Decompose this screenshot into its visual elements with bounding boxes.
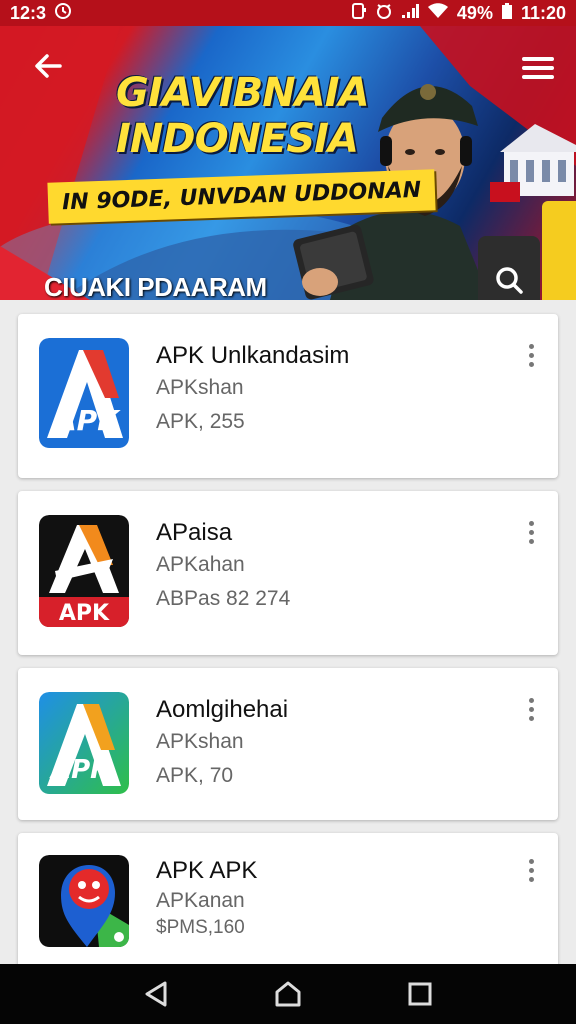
svg-text:APK: APK (49, 755, 112, 785)
banner-label: CIUAKI PDAARAM (44, 272, 267, 300)
promo-banner[interactable]: GIAVIBNAIA INDONESIA IN 9ODE, UNVDAN UDD… (0, 26, 576, 300)
app-name: APK APK (156, 857, 258, 884)
apk-badge-text: APK (59, 601, 110, 626)
more-options-button[interactable] (524, 521, 538, 553)
more-options-button[interactable] (524, 344, 538, 376)
app-card[interactable]: APK APK Unlkandasim APKshan APK, 255 (18, 314, 558, 478)
system-navigation-bar (0, 964, 576, 1024)
app-meta: APK, 255 (156, 410, 245, 433)
app-developer: APKahan (156, 553, 245, 576)
search-icon (496, 267, 523, 294)
banner-title-line1: GIAVIBNAIA (116, 70, 370, 116)
menu-button[interactable] (522, 52, 554, 82)
app-meta: ABPas 82 274 (156, 587, 291, 610)
app-developer: APKanan (156, 889, 245, 912)
app-developer: APKshan (156, 376, 244, 399)
app-card[interactable]: APK APaisa APKahan ABPas 82 274 (18, 491, 558, 655)
more-options-button[interactable] (524, 859, 538, 891)
menu-bar (522, 75, 554, 79)
more-options-button[interactable] (524, 698, 538, 730)
svg-text:APK: APK (53, 404, 121, 437)
sim-icon (351, 2, 367, 25)
back-button[interactable] (30, 50, 66, 86)
app-developer: APKshan (156, 730, 244, 753)
banner-title: GIAVIBNAIA INDONESIA (116, 70, 370, 162)
home-icon (275, 981, 301, 1007)
app-card[interactable]: APK APK APKanan $PMS,160 (18, 833, 558, 973)
apk-logo-green-icon: APK (39, 692, 129, 794)
menu-bar (522, 66, 554, 70)
battery-icon (501, 2, 513, 25)
signal-icon (401, 3, 419, 24)
app-card[interactable]: APK Aomlgihehai APKshan APK, 70 (18, 668, 558, 820)
clock-circle-icon (54, 2, 72, 25)
apk-logo-blue-icon: APK (39, 338, 129, 448)
status-bar: 12:3 49% 11:20 (0, 0, 576, 26)
app-name: APaisa (156, 519, 233, 546)
app-meta: $PMS,160 (156, 917, 245, 938)
status-time: 11:20 (520, 2, 566, 23)
nav-back-button[interactable] (136, 974, 176, 1014)
wifi-icon (427, 2, 449, 24)
search-button[interactable] (478, 236, 540, 300)
app-name: Aomlgihehai (156, 696, 289, 723)
apk-logo-black-red-icon: APK (39, 515, 129, 627)
back-triangle-icon (145, 981, 167, 1007)
status-time-left: 12:3 (10, 2, 47, 23)
battery-percent: 49% (456, 2, 493, 23)
nav-recents-button[interactable] (400, 974, 440, 1014)
arrow-left-icon (35, 54, 62, 78)
apk-map-pin-icon (39, 855, 129, 947)
app-name: APK Unlkandasim (156, 342, 350, 369)
app-meta: APK, 70 (156, 764, 234, 787)
banner-title-line2: INDONESIA (116, 116, 359, 162)
nav-home-button[interactable] (268, 974, 308, 1014)
yellow-card-graphic (542, 201, 576, 300)
recents-square-icon (408, 982, 432, 1006)
menu-bar (522, 57, 554, 61)
alarm-icon (375, 2, 393, 25)
